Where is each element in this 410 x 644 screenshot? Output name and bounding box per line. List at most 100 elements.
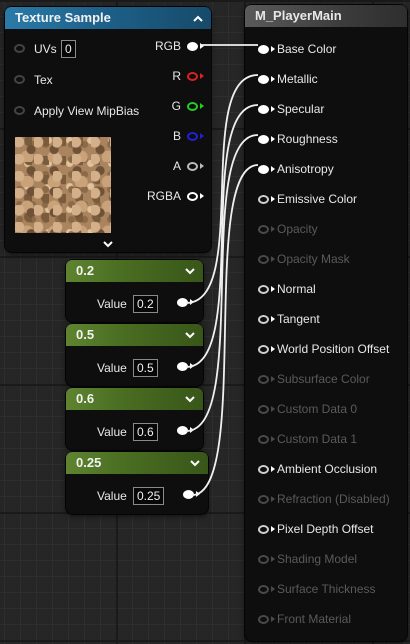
- tangent-label: Tangent: [277, 312, 320, 326]
- shading-model-label: Shading Model: [277, 552, 358, 566]
- constant-node-header[interactable]: 0.25: [66, 452, 208, 474]
- value-field[interactable]: 0.6: [133, 423, 158, 441]
- pixel-depth-offset-input-pin[interactable]: [258, 525, 269, 534]
- constant-node-0[interactable]: 0.2 Value 0.2: [66, 260, 203, 322]
- opacity-input-pin: [258, 225, 269, 234]
- metallic-label: Metallic: [277, 72, 318, 86]
- subsurface-color-label: Subsurface Color: [277, 372, 370, 386]
- rgb-output-label: RGB: [154, 39, 181, 53]
- value-output-pin[interactable]: [177, 362, 188, 371]
- specular-pin-arrow-icon: [271, 106, 275, 112]
- metallic-pin-arrow-icon: [271, 76, 275, 82]
- pixel-depth-offset-pin-arrow-icon: [271, 526, 275, 532]
- rgba-output-pin[interactable]: [187, 192, 198, 201]
- custom-data-1-pin-arrow-icon: [271, 436, 275, 442]
- anisotropy-input-pin[interactable]: [258, 165, 269, 174]
- value-output-arrow-icon: [196, 491, 200, 497]
- constant-node-header[interactable]: 0.6: [66, 388, 203, 410]
- custom-data-0-pin-arrow-icon: [271, 406, 275, 412]
- specular-input-pin[interactable]: [258, 105, 269, 114]
- apply-view-mipbias-input-pin[interactable]: [14, 106, 25, 115]
- ambient-occlusion-input-pin[interactable]: [258, 465, 269, 474]
- base-color-input-pin[interactable]: [258, 45, 269, 54]
- custom-data-0-label: Custom Data 0: [277, 402, 358, 416]
- normal-label: Normal: [277, 282, 316, 296]
- g-output-pin[interactable]: [187, 102, 198, 111]
- rgb-output-arrow-icon: [200, 43, 204, 49]
- a-output-label: A: [172, 159, 181, 173]
- roughness-input-pin[interactable]: [258, 135, 269, 144]
- chevron-down-icon[interactable]: [102, 235, 114, 248]
- value-label: Value: [97, 297, 127, 311]
- b-output-label: B: [172, 129, 181, 143]
- subsurface-color-input-pin: [258, 375, 269, 384]
- anisotropy-label: Anisotropy: [277, 162, 334, 176]
- constant-node-header[interactable]: 0.5: [66, 324, 203, 346]
- b-output-pin[interactable]: [187, 132, 198, 141]
- base-color-pin-arrow-icon: [271, 46, 275, 52]
- material-result-header[interactable]: M_PlayerMain: [245, 5, 407, 27]
- value-field[interactable]: 0.25: [133, 487, 165, 505]
- r-output-pin[interactable]: [187, 72, 198, 81]
- surface-thickness-label: Surface Thickness: [277, 582, 376, 596]
- constant-node-header[interactable]: 0.2: [66, 260, 203, 282]
- value-output-pin[interactable]: [177, 426, 188, 435]
- refraction-disabled-pin-arrow-icon: [271, 496, 275, 502]
- value-field[interactable]: 0.2: [133, 295, 158, 313]
- chevron-down-icon[interactable]: [183, 260, 197, 282]
- texture-sample-node[interactable]: Texture Sample UVs 0 Tex Apply View MipB…: [5, 7, 211, 252]
- custom-data-1-input-pin: [258, 435, 269, 444]
- rgb-output-pin[interactable]: [187, 42, 198, 51]
- value-output-arrow-icon: [190, 427, 194, 433]
- tex-input-pin[interactable]: [14, 75, 25, 84]
- front-material-pin-arrow-icon: [271, 616, 275, 622]
- tangent-pin-arrow-icon: [271, 316, 275, 322]
- opacity-pin-arrow-icon: [271, 226, 275, 232]
- refraction-disabled-label: Refraction (Disabled): [277, 492, 390, 506]
- subsurface-color-pin-arrow-icon: [271, 376, 275, 382]
- a-output-arrow-icon: [200, 163, 204, 169]
- node-title: Texture Sample: [15, 10, 111, 25]
- r-output-label: R: [172, 69, 181, 83]
- chevron-up-icon[interactable]: [191, 7, 205, 29]
- material-result-node[interactable]: M_PlayerMain Base Color Metallic Specular R…: [245, 5, 407, 641]
- constant-node-3[interactable]: 0.25 Value 0.25: [66, 452, 208, 514]
- normal-input-pin[interactable]: [258, 285, 269, 294]
- roughness-pin-arrow-icon: [271, 136, 275, 142]
- chevron-down-icon[interactable]: [183, 388, 197, 410]
- texture-sample-header[interactable]: Texture Sample: [5, 7, 211, 29]
- chevron-down-icon[interactable]: [183, 324, 197, 346]
- apply-view-mipbias-label: Apply View MipBias: [34, 104, 140, 118]
- shading-model-input-pin: [258, 555, 269, 564]
- constant-node-1[interactable]: 0.5 Value 0.5: [66, 324, 203, 386]
- node-title: 0.5: [76, 327, 95, 342]
- refraction-disabled-input-pin: [258, 495, 269, 504]
- tangent-input-pin[interactable]: [258, 315, 269, 324]
- node-title: M_PlayerMain: [255, 8, 342, 23]
- world-position-offset-pin-arrow-icon: [271, 346, 275, 352]
- emissive-color-label: Emissive Color: [277, 192, 358, 206]
- value-output-pin[interactable]: [183, 490, 194, 499]
- r-output-arrow-icon: [200, 73, 204, 79]
- uvs-input-pin[interactable]: [14, 44, 25, 53]
- emissive-color-input-pin[interactable]: [258, 195, 269, 204]
- emissive-color-pin-arrow-icon: [271, 196, 275, 202]
- world-position-offset-input-pin[interactable]: [258, 345, 269, 354]
- pixel-depth-offset-label: Pixel Depth Offset: [277, 522, 374, 536]
- value-field[interactable]: 0.5: [133, 359, 158, 377]
- a-output-pin[interactable]: [187, 162, 198, 171]
- base-color-label: Base Color: [277, 42, 337, 56]
- value-output-arrow-icon: [190, 363, 194, 369]
- chevron-down-icon[interactable]: [188, 452, 202, 474]
- anisotropy-pin-arrow-icon: [271, 166, 275, 172]
- surface-thickness-input-pin: [258, 585, 269, 594]
- uvs-value-field[interactable]: 0: [61, 40, 76, 58]
- constant-node-2[interactable]: 0.6 Value 0.6: [66, 388, 203, 450]
- specular-label: Specular: [277, 102, 325, 116]
- value-output-pin[interactable]: [177, 298, 188, 307]
- g-output-arrow-icon: [200, 103, 204, 109]
- metallic-input-pin[interactable]: [258, 75, 269, 84]
- normal-pin-arrow-icon: [271, 286, 275, 292]
- surface-thickness-pin-arrow-icon: [271, 586, 275, 592]
- opacity-mask-pin-arrow-icon: [271, 256, 275, 262]
